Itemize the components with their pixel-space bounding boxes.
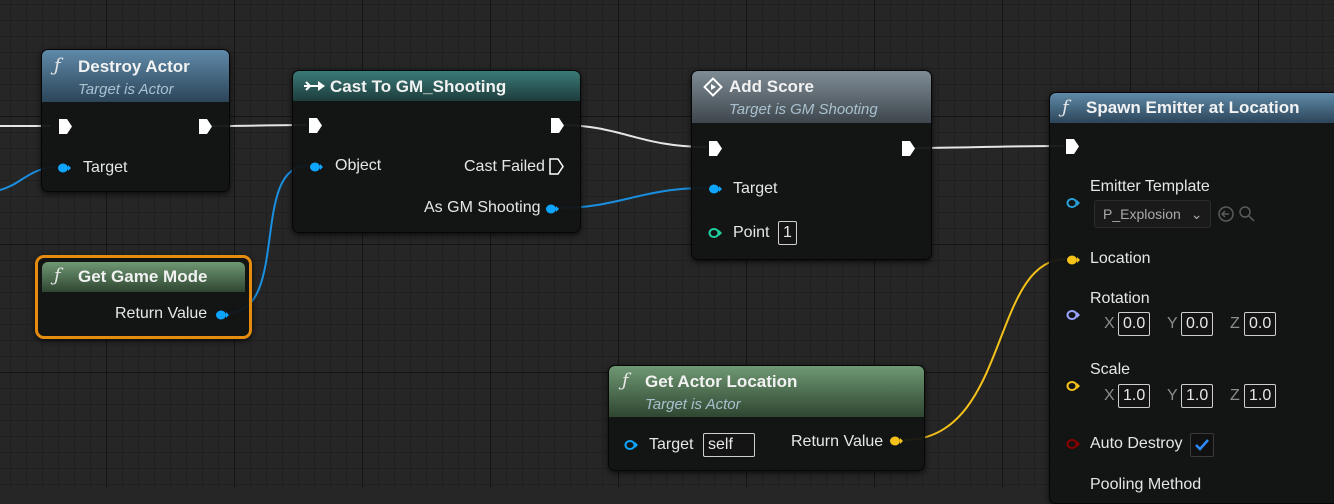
target-pin[interactable]: [57, 163, 71, 173]
return-value-pin[interactable]: [889, 436, 903, 446]
cast-failed-label: Cast Failed: [464, 158, 545, 175]
object-label: Object: [335, 157, 382, 174]
node-title: Spawn Emitter at Location: [1086, 98, 1300, 117]
target-label: Target: [733, 180, 778, 197]
rotation-label: Rotation: [1090, 290, 1150, 307]
scale-z-input[interactable]: 1.0: [1244, 384, 1277, 408]
exec-out-pin[interactable]: [550, 117, 565, 134]
scale-y-input[interactable]: 1.0: [1181, 384, 1214, 408]
exec-in-pin[interactable]: [708, 140, 723, 157]
node-subtitle: Target is Actor: [645, 396, 741, 413]
cast-icon: [304, 81, 325, 91]
scale-x-label: X: [1104, 387, 1115, 404]
exec-out-pin[interactable]: [198, 118, 213, 135]
scale-x-input[interactable]: 1.0: [1118, 384, 1151, 408]
rotation-z-label: Z: [1230, 315, 1240, 332]
rotation-z-input[interactable]: 0.0: [1244, 312, 1277, 336]
node-title: Get Actor Location: [645, 372, 798, 391]
checkmark-icon: [1195, 439, 1209, 451]
return-value-label: Return Value: [115, 305, 208, 322]
auto-destroy-checkbox[interactable]: [1190, 433, 1214, 457]
vector-wire-location[interactable]: [903, 258, 1067, 441]
rotation-pin[interactable]: [1066, 310, 1080, 320]
chevron-down-icon: ⌄: [1190, 206, 1203, 222]
scale-pin[interactable]: [1066, 381, 1080, 391]
node-subtitle: Target is GM Shooting: [729, 101, 878, 118]
point-value-input[interactable]: 1: [778, 221, 797, 245]
scale-z-label: Z: [1230, 387, 1240, 404]
rotation-y-input[interactable]: 0.0: [1181, 312, 1214, 336]
rotation-x-label: X: [1104, 315, 1115, 332]
cast-failed-pin[interactable]: [549, 158, 564, 175]
function-icon: ƒ: [1062, 97, 1069, 118]
exec-wire-addscore-spawn[interactable]: [911, 145, 1065, 149]
add-score-node[interactable]: Add Score Target is GM Shooting Target P…: [691, 70, 932, 260]
exec-in-pin[interactable]: [308, 117, 323, 134]
point-pin[interactable]: [708, 228, 722, 238]
cast-to-node[interactable]: Cast To GM_Shooting Object Cast Failed A…: [292, 70, 581, 233]
target-value-input[interactable]: self: [703, 433, 755, 457]
target-pin[interactable]: [624, 440, 638, 450]
location-pin[interactable]: [1066, 255, 1080, 265]
auto-destroy-label: Auto Destroy: [1090, 435, 1183, 452]
as-gm-shooting-pin[interactable]: [545, 204, 559, 214]
spawn-emitter-node[interactable]: ƒ Spawn Emitter at Location Emitter Temp…: [1049, 92, 1334, 504]
pooling-method-label: Pooling Method: [1090, 476, 1202, 493]
exec-in-pin[interactable]: [1065, 138, 1080, 155]
exec-wire-cast-addscore[interactable]: [559, 124, 707, 148]
function-icon: ƒ: [622, 370, 629, 391]
function-icon: ƒ: [54, 265, 61, 286]
object-pin[interactable]: [309, 162, 323, 172]
node-title: Add Score: [729, 77, 815, 96]
location-label: Location: [1090, 250, 1151, 267]
event-icon: [703, 77, 723, 97]
emitter-template-label: Emitter Template: [1090, 178, 1210, 195]
as-gm-shooting-label: As GM Shooting: [424, 199, 541, 216]
use-selected-icon[interactable]: [1217, 205, 1235, 223]
node-subtitle: Target is Actor: [78, 81, 174, 98]
target-label: Target: [83, 159, 128, 176]
scale-y-label: Y: [1167, 387, 1178, 404]
node-title: Cast To GM_Shooting: [330, 77, 507, 96]
return-value-pin[interactable]: [215, 310, 229, 320]
node-title: Destroy Actor: [78, 57, 190, 76]
function-icon: ƒ: [54, 55, 61, 76]
node-title: Get Game Mode: [78, 267, 208, 286]
point-label: Point: [733, 224, 770, 241]
rotation-y-label: Y: [1167, 315, 1178, 332]
search-icon[interactable]: [1238, 205, 1256, 223]
get-actor-location-node[interactable]: ƒ Get Actor Location Target is Actor Tar…: [608, 365, 925, 471]
exec-out-pin[interactable]: [901, 140, 916, 157]
exec-in-pin[interactable]: [58, 118, 73, 135]
emitter-template-pin[interactable]: [1066, 198, 1080, 208]
return-value-label: Return Value: [791, 433, 884, 450]
emitter-template-value: P_Explosion: [1103, 206, 1181, 222]
scale-label: Scale: [1090, 361, 1131, 378]
rotation-x-input[interactable]: 0.0: [1118, 312, 1151, 336]
auto-destroy-pin[interactable]: [1066, 439, 1080, 449]
emitter-template-dropdown[interactable]: P_Explosion ⌄: [1094, 200, 1212, 228]
target-pin[interactable]: [708, 184, 722, 194]
target-label: Target: [649, 436, 694, 453]
destroy-actor-node[interactable]: ƒ Destroy Actor Target is Actor Target: [41, 49, 230, 192]
get-game-mode-node[interactable]: ƒ Get Game Mode Return Value: [35, 255, 252, 339]
